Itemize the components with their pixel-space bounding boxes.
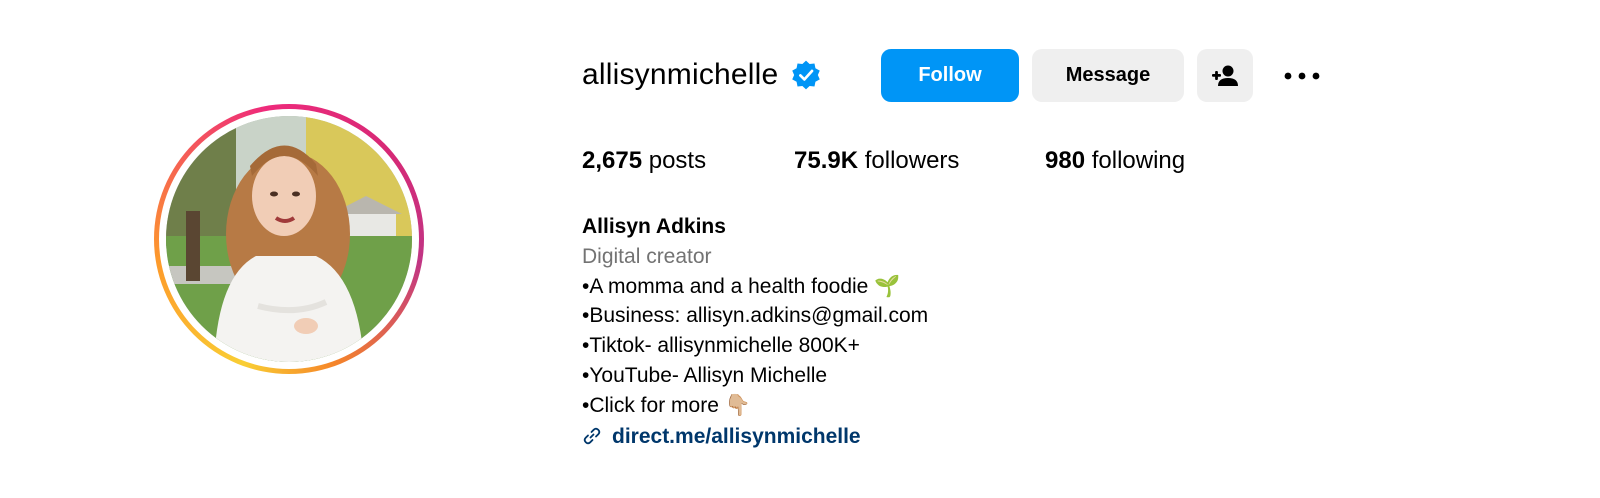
username: allisynmichelle [582, 58, 779, 91]
category-label: Digital creator [582, 244, 712, 268]
following-value: 980 [1045, 147, 1086, 174]
person-add-icon [1212, 65, 1238, 86]
verified-badge-icon [792, 60, 821, 90]
profile-link-row: direct.me/allisynmichelle [582, 422, 928, 452]
profile-bio: Allisyn Adkins Digital creator •A momma … [582, 212, 928, 451]
follow-button[interactable]: Follow [881, 49, 1019, 102]
link-icon [583, 428, 601, 445]
profile-avatar-ring[interactable] [154, 104, 424, 374]
suggest-users-button[interactable] [1197, 49, 1253, 102]
following-link[interactable]: 980 following [1045, 147, 1185, 175]
bio-line: •Click for more 👇🏼 [582, 393, 751, 417]
bio-line: •Tiktok- allisynmichelle 800K+ [582, 334, 860, 358]
more-options-button[interactable] [1270, 49, 1334, 102]
full-name: Allisyn Adkins [582, 215, 726, 238]
bio-line: •A momma and a health foodie 🌱 [582, 274, 901, 298]
posts-label: posts [648, 147, 707, 174]
avatar-photo-image [166, 116, 412, 362]
posts-value: 2,675 [582, 147, 643, 174]
more-options-icon [1284, 72, 1320, 79]
followers-label: followers [864, 147, 960, 174]
message-button[interactable]: Message [1032, 49, 1184, 102]
bio-line: •Business: allisyn.adkins@gmail.com [582, 304, 929, 328]
bio-line: •YouTube- Allisyn Michelle [582, 363, 828, 387]
profile-external-link[interactable]: direct.me/allisynmichelle [612, 422, 861, 452]
followers-value: 75.9K [794, 147, 859, 174]
username-row: allisynmichelle [582, 48, 822, 102]
following-label: following [1091, 147, 1186, 174]
posts-count: 2,675 posts [582, 147, 706, 175]
profile-avatar[interactable] [166, 116, 412, 362]
followers-link[interactable]: 75.9K followers [794, 147, 959, 175]
